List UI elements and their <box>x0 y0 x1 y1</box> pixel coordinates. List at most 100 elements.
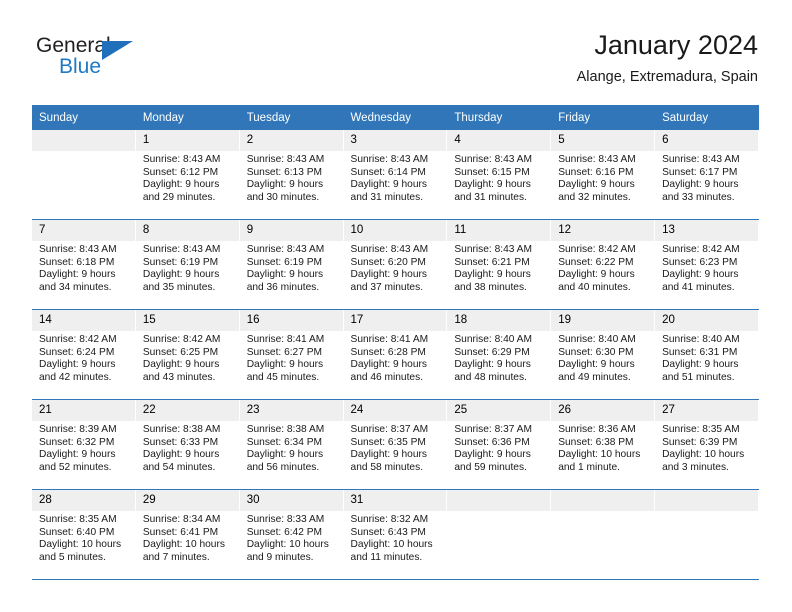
title-block: January 2024 Alange, Extremadura, Spain <box>577 28 758 86</box>
day-info-daylight2: and 31 minutes. <box>350 191 424 203</box>
day-info: Sunrise: 8:43 AM Sunset: 6:18 PM Daylight:… <box>32 241 135 294</box>
calendar-day-cell[interactable]: 29 Sunrise: 8:34 AM Sunset: 6:41 PM Dayligh… <box>135 489 240 580</box>
day-info-sunrise: Sunrise: 8:40 AM <box>662 334 740 345</box>
day-info: Sunrise: 8:42 AM Sunset: 6:22 PM Daylight:… <box>551 241 654 294</box>
weekday-header-tuesday: Tuesday <box>239 105 344 130</box>
day-info-sunset: Sunset: 6:42 PM <box>246 526 323 538</box>
day-info-daylight2: and 1 minute. <box>558 461 620 473</box>
day-info-sunset: Sunset: 6:36 PM <box>454 436 530 448</box>
calendar-day-cell[interactable]: 19 Sunrise: 8:40 AM Sunset: 6:30 PM Dayligh… <box>551 309 656 400</box>
calendar-day-cell[interactable]: 23 Sunrise: 8:38 AM Sunset: 6:34 PM Dayligh… <box>239 399 344 490</box>
day-info-daylight2: and 45 minutes. <box>246 371 320 383</box>
calendar-day-cell[interactable]: 17 Sunrise: 8:41 AM Sunset: 6:28 PM Dayligh… <box>343 309 448 400</box>
day-info-daylight2: and 48 minutes. <box>454 371 527 383</box>
day-info-daylight2: and 42 minutes. <box>39 371 112 383</box>
day-info-daylight2: and 33 minutes. <box>662 191 735 203</box>
calendar-day-cell[interactable]: 15 Sunrise: 8:42 AM Sunset: 6:25 PM Dayligh… <box>135 309 240 400</box>
weekday-header-row: Sunday Monday Tuesday Wednesday Thursday… <box>32 105 759 130</box>
day-info-daylight1: Daylight: 10 hours <box>39 539 122 551</box>
day-info: Sunrise: 8:34 AM Sunset: 6:41 PM Daylight:… <box>136 511 239 564</box>
day-info-sunrise: Sunrise: 8:40 AM <box>454 334 532 345</box>
day-info-sunrise: Sunrise: 8:43 AM <box>350 154 429 165</box>
day-info-daylight2: and 52 minutes. <box>39 461 112 473</box>
triangle-icon <box>102 41 133 60</box>
calendar-day-cell[interactable]: 9 Sunrise: 8:43 AM Sunset: 6:19 PM Daylight… <box>239 219 344 310</box>
day-info-sunrise: Sunrise: 8:43 AM <box>558 154 636 165</box>
day-cell-inner: 5 Sunrise: 8:43 AM Sunset: 6:16 PM Daylight… <box>551 130 656 219</box>
day-info-sunset: Sunset: 6:43 PM <box>350 526 426 538</box>
day-cell-inner: 14 Sunrise: 8:42 AM Sunset: 6:24 PM Dayligh… <box>32 310 136 399</box>
calendar-week-row: 14 Sunrise: 8:42 AM Sunset: 6:24 PM Dayligh… <box>32 309 759 400</box>
day-info-daylight2: and 5 minutes. <box>39 551 106 563</box>
calendar-day-cell[interactable]: 18 Sunrise: 8:40 AM Sunset: 6:29 PM Dayligh… <box>447 309 552 400</box>
calendar-day-cell[interactable]: 20 Sunrise: 8:40 AM Sunset: 6:31 PM Dayligh… <box>655 309 759 400</box>
day-info-daylight1: Daylight: 9 hours <box>558 179 635 191</box>
day-info-sunrise: Sunrise: 8:34 AM <box>142 514 221 525</box>
calendar-day-cell[interactable]: 31 Sunrise: 8:32 AM Sunset: 6:43 PM Dayligh… <box>343 489 448 580</box>
calendar-day-cell <box>447 489 552 580</box>
day-info: Sunrise: 8:43 AM Sunset: 6:14 PM Daylight:… <box>344 151 447 204</box>
day-info-sunrise: Sunrise: 8:38 AM <box>142 424 221 435</box>
day-info-daylight1: Daylight: 9 hours <box>558 359 635 371</box>
day-info-daylight2: and 37 minutes. <box>350 281 424 293</box>
day-info-daylight2: and 32 minutes. <box>558 191 631 203</box>
day-info-daylight2: and 30 minutes. <box>246 191 320 203</box>
calendar-day-cell <box>32 130 136 220</box>
calendar-day-cell[interactable]: 26 Sunrise: 8:36 AM Sunset: 6:38 PM Dayligh… <box>551 399 656 490</box>
calendar-day-cell[interactable]: 5 Sunrise: 8:43 AM Sunset: 6:16 PM Daylight… <box>551 130 656 220</box>
calendar-day-cell[interactable]: 22 Sunrise: 8:38 AM Sunset: 6:33 PM Dayligh… <box>135 399 240 490</box>
calendar-week-row: 21 Sunrise: 8:39 AM Sunset: 6:32 PM Dayligh… <box>32 399 759 490</box>
day-number: 16 <box>239 310 343 331</box>
calendar-day-cell[interactable]: 27 Sunrise: 8:35 AM Sunset: 6:39 PM Dayligh… <box>655 399 759 490</box>
calendar-day-cell[interactable]: 7 Sunrise: 8:43 AM Sunset: 6:18 PM Daylight… <box>32 219 136 310</box>
day-info-sunrise: Sunrise: 8:43 AM <box>454 154 532 165</box>
calendar-day-cell[interactable]: 24 Sunrise: 8:37 AM Sunset: 6:35 PM Dayligh… <box>343 399 448 490</box>
day-info-daylight1: Daylight: 9 hours <box>246 179 324 191</box>
calendar-day-cell[interactable]: 1 Sunrise: 8:43 AM Sunset: 6:12 PM Daylight… <box>135 130 240 220</box>
day-info: Sunrise: 8:38 AM Sunset: 6:34 PM Daylight:… <box>240 421 343 474</box>
day-info: Sunrise: 8:43 AM Sunset: 6:19 PM Daylight:… <box>136 241 239 294</box>
day-info-sunrise: Sunrise: 8:43 AM <box>142 244 221 255</box>
calendar-day-cell[interactable]: 21 Sunrise: 8:39 AM Sunset: 6:32 PM Dayligh… <box>32 399 136 490</box>
calendar-day-cell[interactable]: 12 Sunrise: 8:42 AM Sunset: 6:22 PM Dayligh… <box>551 219 656 310</box>
calendar-day-cell[interactable]: 13 Sunrise: 8:42 AM Sunset: 6:23 PM Dayligh… <box>655 219 759 310</box>
day-cell-inner: 6 Sunrise: 8:43 AM Sunset: 6:17 PM Daylight… <box>655 130 759 219</box>
calendar-day-cell[interactable]: 25 Sunrise: 8:37 AM Sunset: 6:36 PM Dayligh… <box>447 399 552 490</box>
calendar-day-cell[interactable]: 6 Sunrise: 8:43 AM Sunset: 6:17 PM Daylight… <box>655 130 759 220</box>
day-info-daylight1: Daylight: 9 hours <box>350 269 427 281</box>
day-info: Sunrise: 8:43 AM Sunset: 6:17 PM Daylight:… <box>655 151 758 204</box>
calendar-day-cell[interactable]: 16 Sunrise: 8:41 AM Sunset: 6:27 PM Dayligh… <box>239 309 344 400</box>
day-info-daylight1: Daylight: 9 hours <box>142 359 220 371</box>
day-info: Sunrise: 8:32 AM Sunset: 6:43 PM Daylight:… <box>344 511 447 564</box>
day-info-sunset: Sunset: 6:27 PM <box>246 346 323 358</box>
day-number: 21 <box>32 400 135 421</box>
calendar-day-cell[interactable]: 30 Sunrise: 8:33 AM Sunset: 6:42 PM Dayligh… <box>239 489 344 580</box>
day-cell-inner: 29 Sunrise: 8:34 AM Sunset: 6:41 PM Dayligh… <box>135 490 240 579</box>
calendar-day-cell[interactable]: 28 Sunrise: 8:35 AM Sunset: 6:40 PM Dayligh… <box>32 489 136 580</box>
day-info-sunset: Sunset: 6:24 PM <box>39 346 115 358</box>
day-number: 10 <box>343 220 447 241</box>
day-info: Sunrise: 8:43 AM Sunset: 6:20 PM Daylight:… <box>344 241 447 294</box>
day-info-daylight1: Daylight: 9 hours <box>350 359 427 371</box>
day-info-daylight1: Daylight: 9 hours <box>350 179 427 191</box>
calendar-day-cell[interactable]: 2 Sunrise: 8:43 AM Sunset: 6:13 PM Daylight… <box>239 130 344 220</box>
day-info-daylight2: and 11 minutes. <box>350 551 423 563</box>
calendar-day-cell[interactable]: 10 Sunrise: 8:43 AM Sunset: 6:20 PM Dayligh… <box>343 219 448 310</box>
day-cell-inner <box>447 490 552 579</box>
calendar-day-cell[interactable]: 14 Sunrise: 8:42 AM Sunset: 6:24 PM Dayligh… <box>32 309 136 400</box>
day-info-daylight1: Daylight: 9 hours <box>142 269 220 281</box>
day-info-sunset: Sunset: 6:17 PM <box>662 166 738 178</box>
day-info: Sunrise: 8:43 AM Sunset: 6:15 PM Daylight:… <box>447 151 550 204</box>
calendar-day-cell[interactable]: 8 Sunrise: 8:43 AM Sunset: 6:19 PM Daylight… <box>135 219 240 310</box>
day-number: 5 <box>551 130 655 151</box>
calendar-day-cell[interactable]: 11 Sunrise: 8:43 AM Sunset: 6:21 PM Dayligh… <box>447 219 552 310</box>
calendar-day-cell[interactable]: 3 Sunrise: 8:43 AM Sunset: 6:14 PM Daylight… <box>343 130 448 220</box>
day-number: 23 <box>239 400 343 421</box>
weekday-header-friday: Friday <box>551 105 656 130</box>
day-number: 26 <box>551 400 655 421</box>
day-number: 22 <box>135 400 239 421</box>
day-info-daylight1: Daylight: 10 hours <box>142 539 225 551</box>
calendar-day-cell[interactable]: 4 Sunrise: 8:43 AM Sunset: 6:15 PM Daylight… <box>447 130 552 220</box>
day-info-sunrise: Sunrise: 8:41 AM <box>350 334 429 345</box>
day-cell-inner: 4 Sunrise: 8:43 AM Sunset: 6:15 PM Daylight… <box>447 130 552 219</box>
